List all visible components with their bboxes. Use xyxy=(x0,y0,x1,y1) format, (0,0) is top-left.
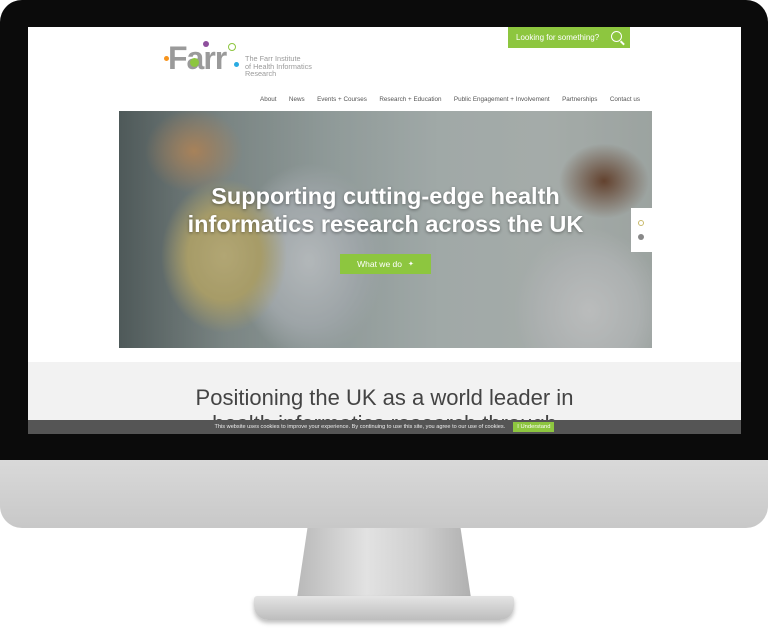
monitor-chin xyxy=(0,460,768,528)
cookie-banner: This website uses cookies to improve you… xyxy=(28,420,741,434)
nav-item-public-engagement[interactable]: Public Engagement + Involvement xyxy=(454,96,550,103)
search-icon xyxy=(611,31,622,42)
nav-item-research-education[interactable]: Research + Education xyxy=(379,96,441,103)
farr-logo[interactable]: Farr The Farr Institute of Health Inform… xyxy=(164,40,338,84)
logo-dot xyxy=(234,62,239,67)
cookie-text: This website uses cookies to improve you… xyxy=(214,424,506,430)
slide-pager xyxy=(631,208,652,252)
nav-item-news[interactable]: News xyxy=(289,96,305,103)
logo-subtitle-line: Research xyxy=(245,69,277,78)
arrow-right-icon: ✦ xyxy=(408,261,414,268)
hero-title-line: Supporting cutting-edge health xyxy=(211,183,560,209)
logo-dot xyxy=(190,58,199,67)
pager-dot-2[interactable] xyxy=(638,234,644,240)
what-we-do-button[interactable]: What we do ✦ xyxy=(340,254,431,274)
search-button[interactable]: Looking for something? xyxy=(508,27,630,48)
cookie-accept-button[interactable]: I Understand xyxy=(513,422,555,432)
nav-item-partnerships[interactable]: Partnerships xyxy=(562,96,597,103)
logo-dot xyxy=(228,43,236,51)
logo-subtitle: The Farr Institute of Health Informatics… xyxy=(245,55,312,78)
search-label: Looking for something? xyxy=(516,33,600,42)
main-nav: About News Events + Courses Research + E… xyxy=(260,96,640,103)
logo-dot xyxy=(203,41,209,47)
pager-dot-1[interactable] xyxy=(638,220,644,226)
monitor-base xyxy=(254,596,514,620)
what-we-do-label: What we do xyxy=(357,259,402,269)
nav-item-events-courses[interactable]: Events + Courses xyxy=(317,96,367,103)
screen: Looking for something? Farr The Farr Ins… xyxy=(28,27,741,434)
hero-banner: Supporting cutting-edge health informati… xyxy=(119,111,652,348)
hero-title: Supporting cutting-edge health informati… xyxy=(119,182,652,238)
monitor-stand xyxy=(297,528,471,598)
mission-line: Positioning the UK as a world leader in xyxy=(195,385,574,410)
nav-item-about[interactable]: About xyxy=(260,96,276,103)
logo-dot xyxy=(164,56,169,61)
nav-item-contact-us[interactable]: Contact us xyxy=(610,96,640,103)
hero-title-line: informatics research across the UK xyxy=(187,211,584,237)
